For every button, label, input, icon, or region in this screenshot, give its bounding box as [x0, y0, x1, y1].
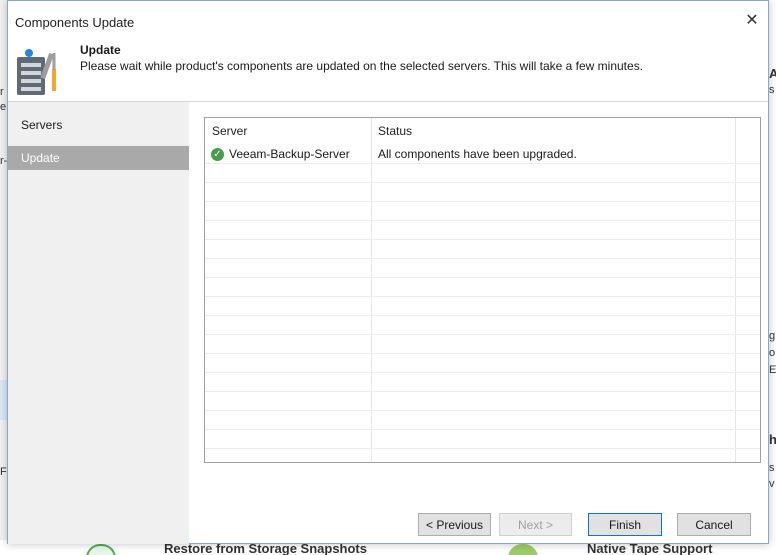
servers-status-table[interactable]: Server Status ✓ Veeam-Backup-Server All …	[204, 117, 761, 463]
row-divider	[205, 163, 760, 164]
row-divider	[205, 315, 760, 316]
background-right-text: g	[769, 330, 776, 342]
row-divider	[205, 334, 760, 335]
tape-icon	[508, 544, 538, 555]
background-right-text: s	[769, 84, 775, 96]
background-right-text: A	[769, 66, 776, 81]
cancel-button[interactable]: Cancel	[677, 513, 751, 536]
check-circle-icon: ✓	[211, 148, 224, 161]
background-left-text: F	[0, 466, 7, 478]
background-right-text: E	[769, 364, 776, 376]
row-divider	[205, 277, 760, 278]
snapshot-icon	[86, 544, 116, 555]
server-name-cell: Veeam-Backup-Server	[229, 147, 350, 161]
background-left-text: e	[0, 101, 7, 113]
row-divider	[205, 391, 760, 392]
column-header-server[interactable]: Server	[212, 124, 247, 138]
dialog-title: Components Update	[15, 15, 135, 30]
next-button[interactable]: Next >	[499, 513, 572, 536]
row-divider	[205, 296, 760, 297]
components-update-dialog: Components Update ✕ Update Please wait w…	[7, 0, 769, 544]
row-divider	[205, 182, 760, 183]
row-divider	[205, 201, 760, 202]
status-cell: All components have been upgraded.	[378, 147, 577, 161]
dialog-titlebar: Components Update ✕	[8, 1, 768, 33]
finish-button[interactable]: Finish	[588, 513, 662, 536]
background-left-text: r	[0, 86, 4, 98]
row-divider	[205, 429, 760, 430]
previous-button[interactable]: < Previous	[418, 513, 491, 536]
dialog-header: Update Please wait while product's compo…	[8, 37, 768, 102]
background-right-text: o	[769, 347, 776, 359]
row-divider	[205, 239, 760, 240]
row-divider	[205, 353, 760, 354]
sidebar-item-update[interactable]: Update	[8, 146, 189, 170]
wizard-steps-sidebar: Servers Update	[8, 102, 189, 544]
sidebar-item-servers[interactable]: Servers	[8, 113, 189, 137]
row-divider	[205, 220, 760, 221]
step-title: Update	[80, 43, 121, 57]
background-right-text: h	[769, 432, 776, 447]
server-tools-icon	[17, 49, 56, 95]
close-icon[interactable]: ✕	[744, 13, 760, 29]
column-header-status[interactable]: Status	[378, 124, 412, 138]
background-right-text: s	[769, 462, 775, 474]
row-divider	[205, 448, 760, 449]
background-right-text: v	[769, 478, 775, 490]
step-description: Please wait while product's components a…	[80, 59, 644, 73]
row-divider	[205, 372, 760, 373]
row-divider	[205, 410, 760, 411]
row-divider	[205, 258, 760, 259]
